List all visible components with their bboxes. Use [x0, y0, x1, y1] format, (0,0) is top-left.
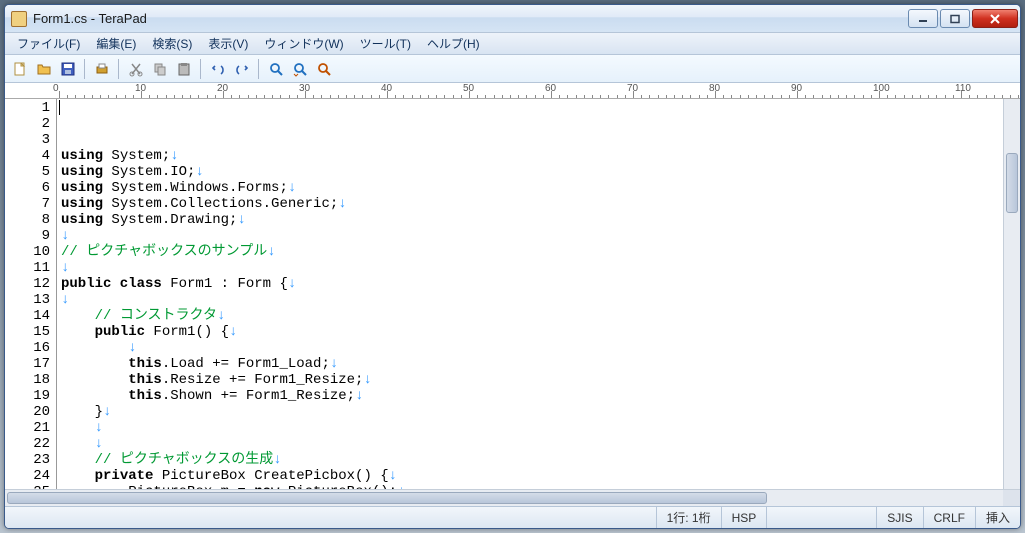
vertical-scrollbar[interactable] [1003, 99, 1020, 489]
maximize-button[interactable] [940, 9, 970, 28]
horizontal-scrollbar[interactable] [5, 489, 1020, 506]
menu-file[interactable]: ファイル(F) [9, 33, 88, 54]
status-language: HSP [721, 507, 767, 528]
open-file-button[interactable] [33, 58, 55, 80]
caret [59, 100, 60, 115]
statusbar: 1行: 1桁 HSP SJIS CRLF 挿入 [5, 506, 1020, 528]
copy-button[interactable] [149, 58, 171, 80]
find-button[interactable] [265, 58, 287, 80]
toolbar [5, 55, 1020, 83]
toolbar-separator [200, 59, 202, 79]
window-title: Form1.cs - TeraPad [31, 11, 906, 26]
scrollbar-corner [1003, 490, 1020, 506]
print-button[interactable] [91, 58, 113, 80]
minimize-button[interactable] [908, 9, 938, 28]
redo-button[interactable] [231, 58, 253, 80]
toolbar-separator [84, 59, 86, 79]
close-button[interactable] [972, 9, 1018, 28]
vertical-scrollbar-thumb[interactable] [1006, 153, 1018, 213]
menu-search[interactable]: 検索(S) [144, 33, 200, 54]
save-button[interactable] [57, 58, 79, 80]
paste-button[interactable] [173, 58, 195, 80]
window: Form1.cs - TeraPad ファイル(F) 編集(E) 検索(S) 表… [4, 4, 1021, 529]
code-area[interactable]: using System;↓using System.IO;↓using Sys… [57, 99, 1003, 489]
find-next-button[interactable] [289, 58, 311, 80]
status-encoding: SJIS [876, 507, 922, 528]
status-insert-mode: 挿入 [975, 507, 1020, 528]
toolbar-separator [258, 59, 260, 79]
toolbar-separator [118, 59, 120, 79]
horizontal-scrollbar-thumb[interactable] [7, 492, 767, 504]
new-file-button[interactable] [9, 58, 31, 80]
menu-view[interactable]: 表示(V) [200, 33, 256, 54]
line-number-gutter: 1234567891011121314151617181920212223242… [5, 99, 57, 489]
replace-button[interactable] [313, 58, 335, 80]
status-position: 1行: 1桁 [656, 507, 721, 528]
menu-window[interactable]: ウィンドウ(W) [256, 33, 351, 54]
status-spacer [766, 507, 876, 528]
menu-tool[interactable]: ツール(T) [352, 33, 419, 54]
menu-help[interactable]: ヘルプ(H) [419, 33, 488, 54]
app-icon [11, 11, 27, 27]
titlebar[interactable]: Form1.cs - TeraPad [5, 5, 1020, 33]
editor: 1234567891011121314151617181920212223242… [5, 99, 1020, 489]
window-buttons [906, 9, 1018, 28]
undo-button[interactable] [207, 58, 229, 80]
status-newline: CRLF [923, 507, 975, 528]
cut-button[interactable] [125, 58, 147, 80]
menubar: ファイル(F) 編集(E) 検索(S) 表示(V) ウィンドウ(W) ツール(T… [5, 33, 1020, 55]
menu-edit[interactable]: 編集(E) [88, 33, 144, 54]
ruler: 0102030405060708090100110120 [5, 83, 1020, 99]
